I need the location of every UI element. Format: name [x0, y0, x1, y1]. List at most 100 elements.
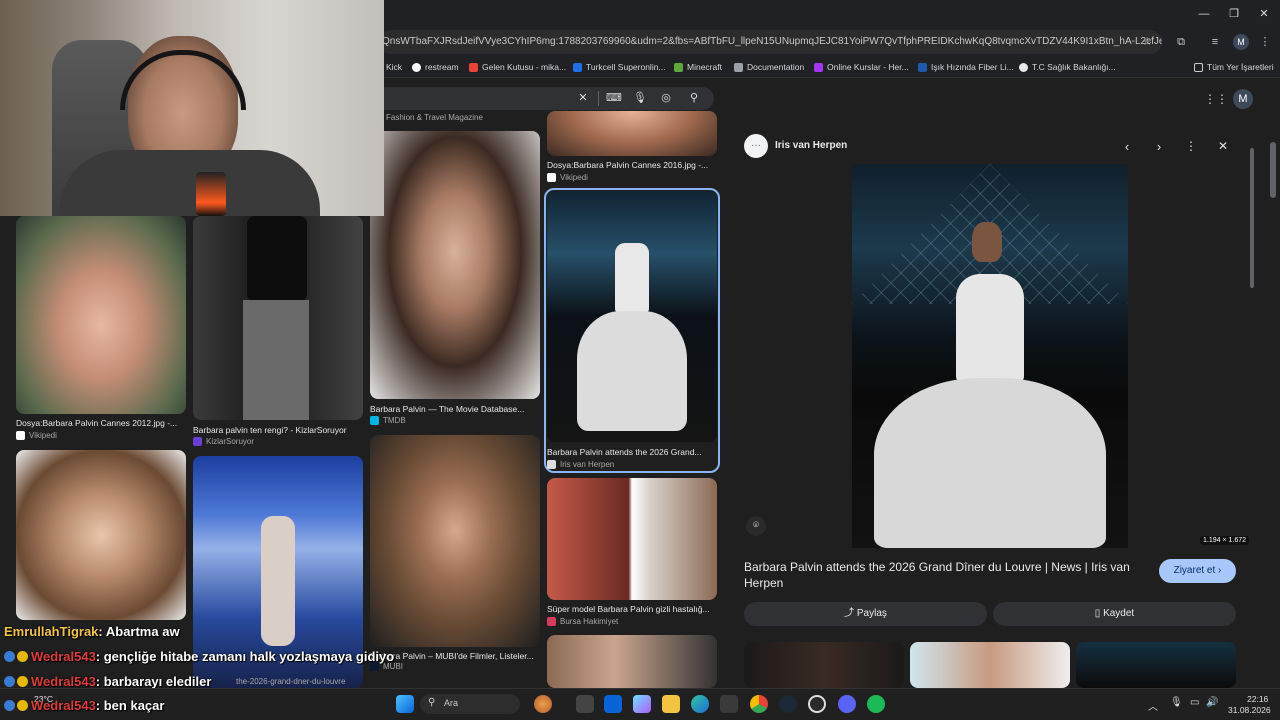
save-button[interactable]: ▯ Kaydet: [993, 602, 1236, 626]
more-options-icon[interactable]: ⋮: [1184, 139, 1198, 153]
bookmark-minecraft[interactable]: Minecraft: [674, 60, 722, 74]
spotify-icon[interactable]: [867, 695, 885, 713]
store-icon[interactable]: [720, 695, 738, 713]
all-bookmarks[interactable]: Tüm Yer İşaretleri: [1194, 60, 1274, 74]
star-icon[interactable]: ☆: [1140, 35, 1154, 49]
extensions-icon[interactable]: ⧉: [1174, 35, 1188, 49]
result-title-2[interactable]: Barbara palvin ten rengi? - KizlarSoruyo…: [193, 425, 363, 435]
gmail-icon: [469, 62, 478, 72]
steam-icon[interactable]: [779, 695, 797, 713]
panel-title[interactable]: Barbara Palvin attends the 2026 Grand Dî…: [744, 559, 1144, 591]
result-title-1[interactable]: Dosya:Barbara Palvin Cannes 2012.jpg -..…: [16, 418, 186, 428]
kizlarsoruyor-icon: [193, 437, 202, 446]
lens-search-icon[interactable]: ⌾: [746, 516, 766, 536]
clock-date[interactable]: 31.08.2026: [1228, 705, 1271, 715]
file-explorer-icon[interactable]: [662, 695, 680, 713]
result-source-8[interactable]: Bursa Hakimiyet: [547, 617, 618, 626]
result-image-3[interactable]: [370, 131, 540, 399]
result-image-8[interactable]: [547, 478, 717, 600]
account-avatar[interactable]: M: [1233, 89, 1253, 109]
preview-image[interactable]: [852, 164, 1128, 548]
chevron-right-icon[interactable]: ›: [1152, 139, 1166, 154]
show-desktop[interactable]: [1270, 690, 1280, 720]
documentation-icon: [734, 62, 743, 72]
coin-icon: [17, 651, 28, 662]
close-panel-icon[interactable]: ✕: [1216, 139, 1230, 153]
chevron-left-icon[interactable]: ‹: [1120, 139, 1134, 154]
related-image-1[interactable]: [744, 642, 904, 688]
bookmark-documentation[interactable]: Documentation: [734, 60, 804, 74]
scrollbar-thumb[interactable]: [1250, 148, 1254, 288]
result-source-selected[interactable]: Iris van Herpen: [547, 460, 614, 469]
task-view-icon[interactable]: [576, 695, 594, 713]
keyboard-icon[interactable]: ⌨: [606, 90, 622, 106]
result-url[interactable]: the-2026-grand-dner-du-louvre: [236, 677, 345, 686]
microphone-icon[interactable]: 🎙: [632, 90, 648, 106]
chrome-icon[interactable]: [750, 695, 768, 713]
tray-chevron-icon[interactable]: ︿: [1148, 698, 1158, 713]
turkcell-icon: [573, 62, 582, 72]
menu-icon[interactable]: ⋮: [1258, 35, 1272, 49]
search-icon[interactable]: ⚲: [686, 90, 702, 106]
lens-icon[interactable]: ◎: [658, 90, 674, 106]
result-title-3[interactable]: Barbara Palvin — The Movie Database...: [370, 404, 540, 414]
close-window-icon[interactable]: ✕: [1256, 6, 1272, 22]
bookmark-kick[interactable]: Kick: [386, 60, 402, 74]
badge-icon: [4, 651, 15, 662]
windows-start-icon[interactable]: [396, 695, 414, 713]
bookmark-turkcell[interactable]: Turkcell Superonlin...: [573, 60, 666, 74]
profile-avatar[interactable]: M: [1233, 34, 1249, 50]
related-image-2[interactable]: [910, 642, 1070, 688]
result-image-5[interactable]: [16, 450, 186, 620]
reading-list-icon[interactable]: ≡: [1208, 35, 1222, 49]
related-image-3[interactable]: [1076, 642, 1236, 688]
result-source-1[interactable]: Vikipedi: [16, 431, 57, 440]
outlook-icon[interactable]: [604, 695, 622, 713]
minecraft-icon: [674, 62, 683, 72]
result-image-7[interactable]: [370, 435, 540, 647]
apps-grid-icon[interactable]: ⋮⋮: [1204, 92, 1228, 106]
clear-search-icon[interactable]: ✕: [575, 90, 591, 106]
display-tray-icon[interactable]: ▭: [1190, 697, 1199, 708]
result-image-2[interactable]: [193, 216, 363, 420]
result-image-selected[interactable]: [547, 191, 717, 442]
irisvanherpen-icon: [547, 460, 556, 469]
page-scrollbar-thumb[interactable]: [1270, 142, 1276, 198]
panel-scrollbar[interactable]: [1246, 130, 1256, 676]
minimize-icon[interactable]: —: [1196, 6, 1212, 22]
result-image-9[interactable]: [547, 635, 717, 688]
bookmark-online-kurslar[interactable]: Online Kurslar - Her...: [814, 60, 909, 74]
save-label: Kaydet: [1103, 608, 1135, 619]
clock-time[interactable]: 22:16: [1247, 694, 1268, 704]
result-title-8[interactable]: Süper model Barbara Palvin gizli hastalı…: [547, 604, 717, 614]
bookmark-saglik[interactable]: T.C Sağlık Bakanlığı...: [1019, 60, 1116, 74]
gown-train: [577, 311, 687, 431]
edge-icon[interactable]: [691, 695, 709, 713]
result-title-selected[interactable]: Barbara Palvin attends the 2026 Grand...: [547, 447, 717, 457]
result-source-3[interactable]: TMDB: [370, 416, 406, 425]
mic-tray-icon[interactable]: 🎙: [1170, 697, 1183, 708]
volume-tray-icon[interactable]: 🔊: [1206, 697, 1218, 708]
result-title-4[interactable]: Dosya:Barbara Palvin Cannes 2016.jpg -..…: [547, 160, 717, 170]
source-favicon: ···: [744, 134, 768, 158]
result-image-4[interactable]: [547, 111, 717, 156]
search-highlight-icon[interactable]: [534, 695, 552, 713]
address-bar[interactable]: QnsWTbaFXJRsdJeifVVye3CYhIP6mg:178820376…: [378, 30, 1162, 54]
streamer-shirt: [60, 150, 320, 216]
obs-icon[interactable]: [808, 695, 826, 713]
result-source-4[interactable]: Vikipedi: [547, 173, 588, 182]
copilot-icon[interactable]: [633, 695, 651, 713]
share-button[interactable]: ⤴ Paylaş: [744, 602, 987, 626]
discord-icon[interactable]: [838, 695, 856, 713]
visit-button[interactable]: Ziyaret et ›: [1159, 559, 1236, 583]
bookmark-gmail[interactable]: Gelen Kutusu - mika...: [469, 60, 566, 74]
result-title-7[interactable]: Barbara Palvin – MUBI'de Filmler, Listel…: [370, 651, 540, 661]
result-image-1[interactable]: [16, 216, 186, 414]
restore-icon[interactable]: ❐: [1226, 6, 1242, 22]
bookmark-fiber[interactable]: Işık Hızında Fiber Li...: [918, 60, 1014, 74]
panel-source-name[interactable]: Iris van Herpen: [775, 140, 847, 151]
result-source-fashion[interactable]: Fashion & Travel Magazine: [386, 113, 483, 122]
bookmark-restream[interactable]: restream: [412, 60, 459, 74]
result-source-2[interactable]: KizlarSoruyor: [193, 437, 254, 446]
chat-message-2: Wedral543: gençliğe hitabe zamanı halk y…: [4, 649, 394, 664]
